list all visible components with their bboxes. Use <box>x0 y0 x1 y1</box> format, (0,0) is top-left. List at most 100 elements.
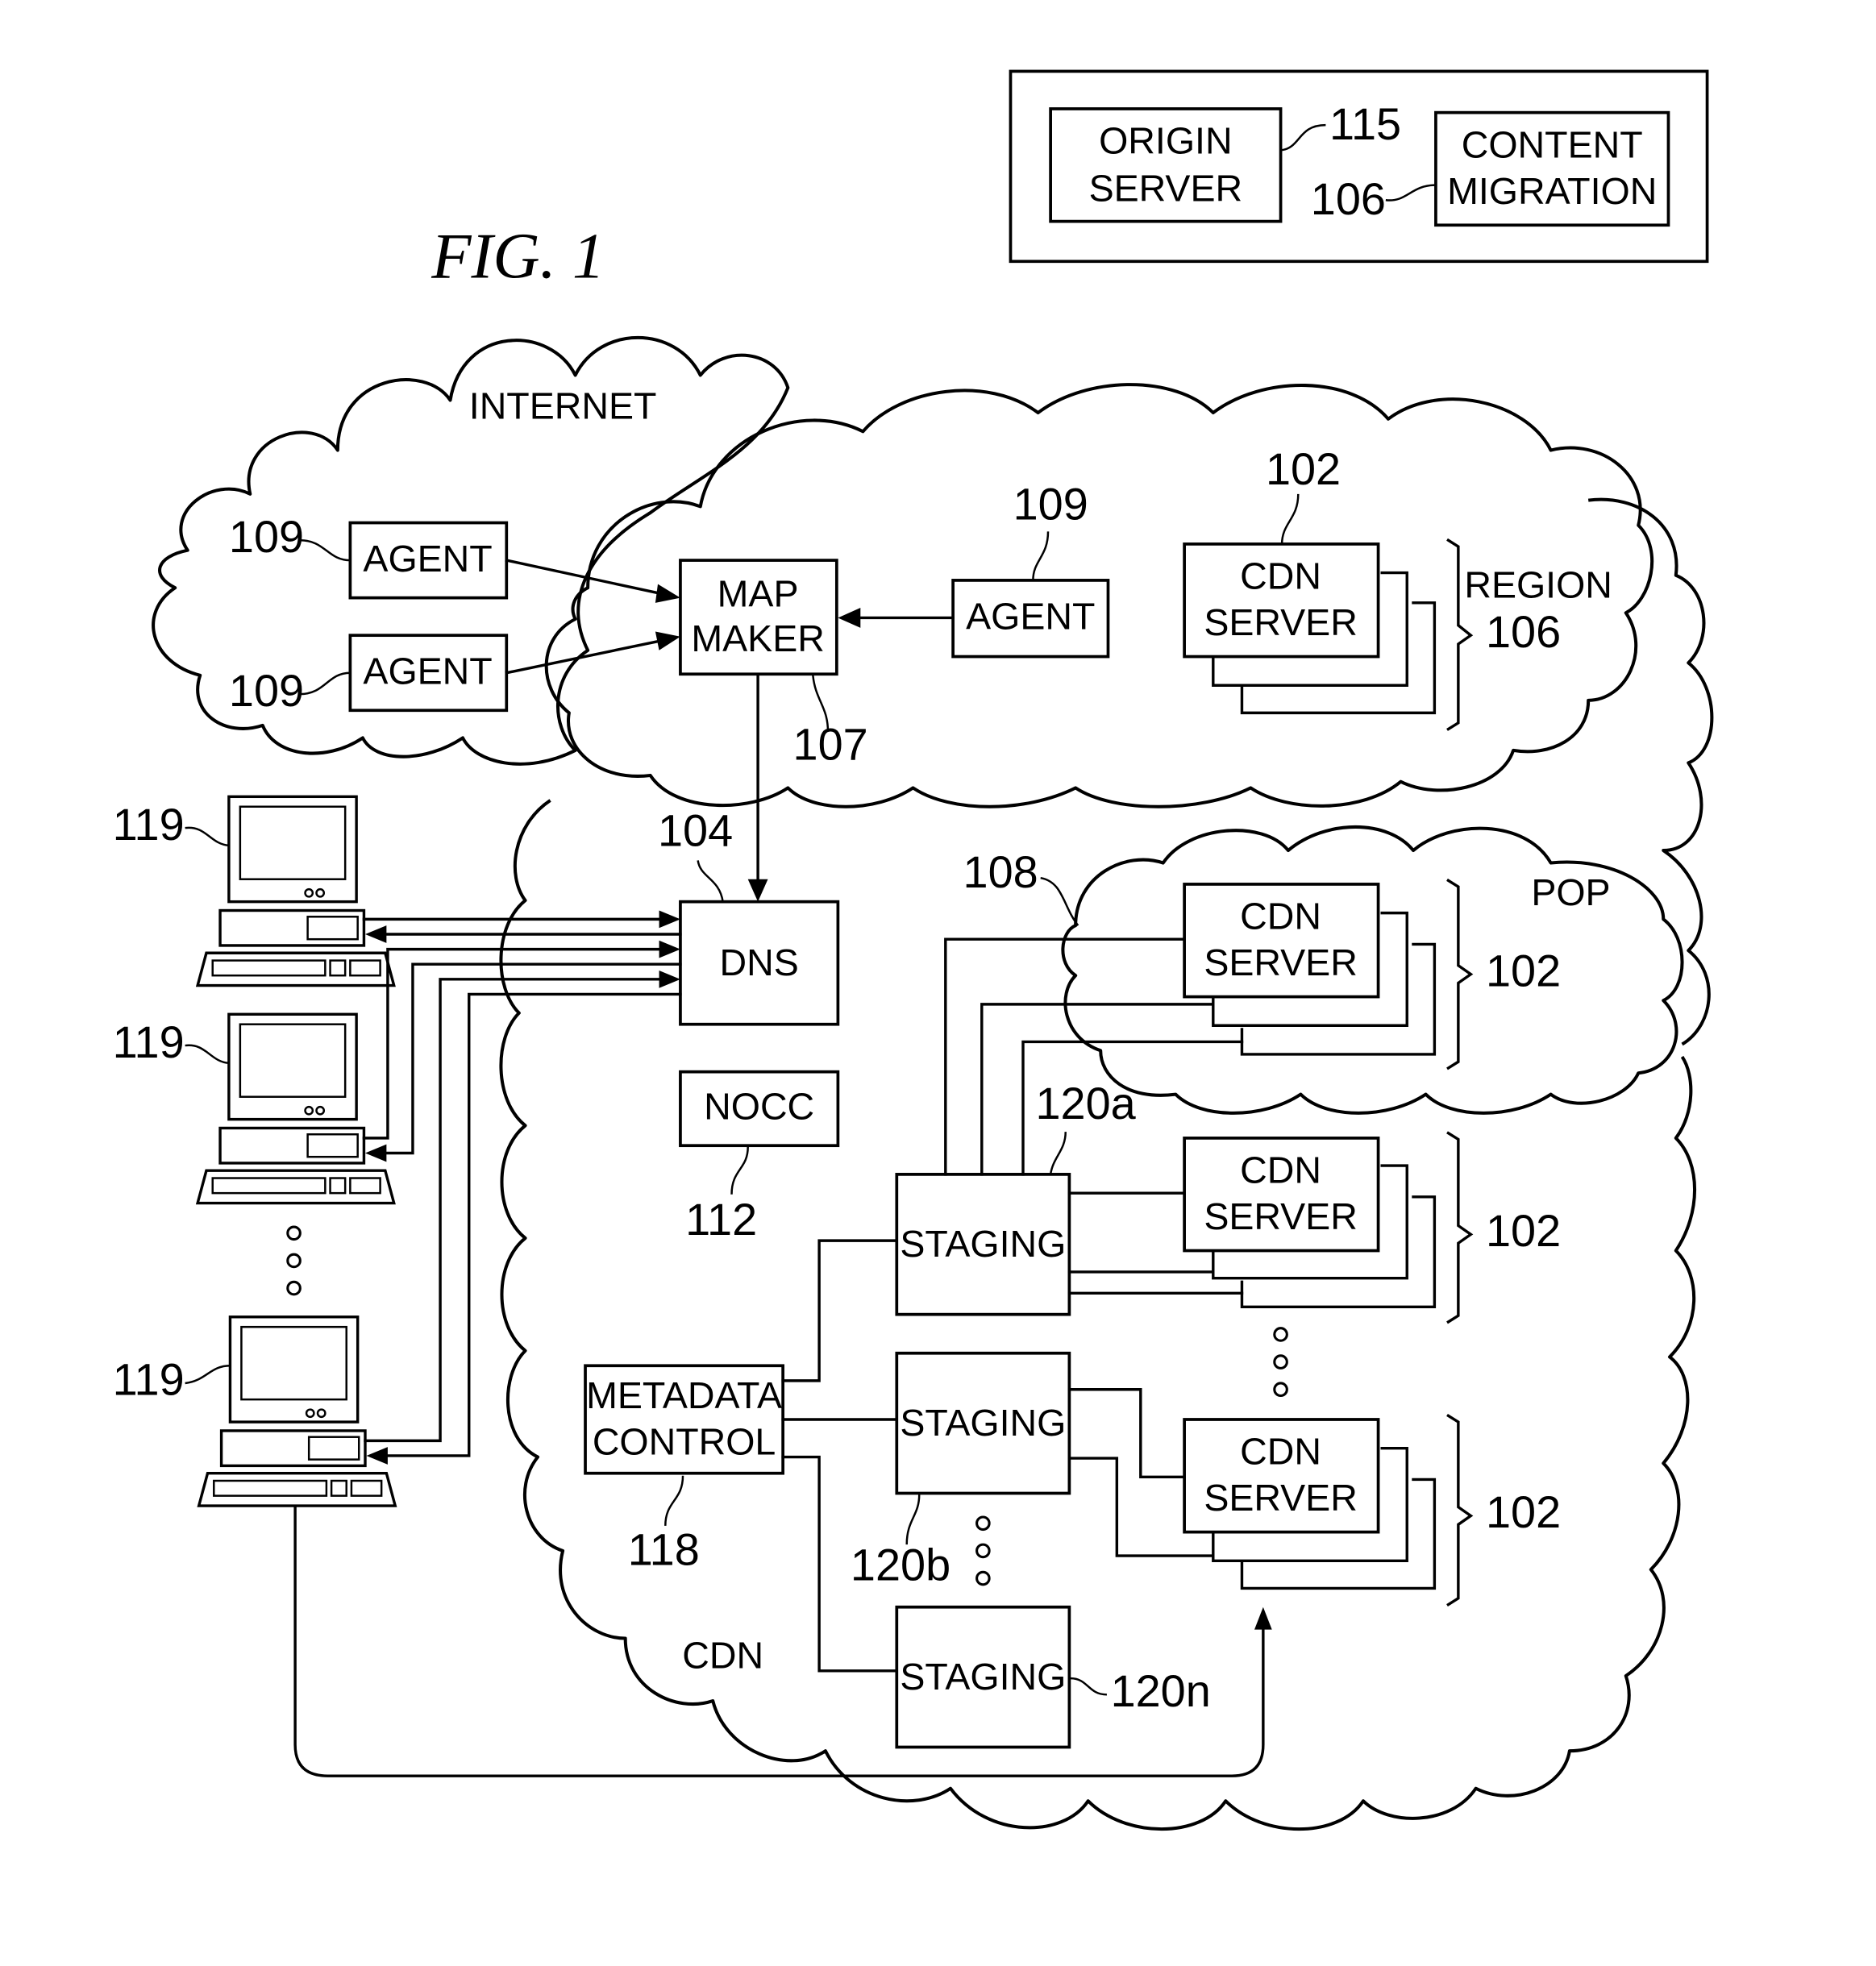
cdn-server-4-label-1: CDN <box>1240 1431 1321 1473</box>
cdn-server-3-label-2: SERVER <box>1204 1195 1358 1237</box>
cdn-server-3-label-1: CDN <box>1240 1149 1321 1191</box>
leader-118 <box>664 1475 684 1526</box>
client-computer-3 <box>197 1316 397 1507</box>
agent-3: AGENT 109 <box>951 479 1110 659</box>
ref-120a: 120a <box>1036 1078 1137 1128</box>
metadata-staging-links <box>781 1239 899 1673</box>
leader-119-c <box>185 1365 231 1385</box>
vertical-ellipsis-icon <box>286 1225 302 1241</box>
leader-112 <box>730 1146 749 1195</box>
brace-group-3 <box>1446 1131 1474 1324</box>
ref-112: 112 <box>685 1194 757 1245</box>
cdn-server-group-3: CDN SERVER 102 <box>1183 1131 1561 1324</box>
legend-box: ORIGIN SERVER 115 CONTENT MIGRATION 106 <box>1009 69 1709 264</box>
agent-3-label: AGENT <box>966 595 1095 637</box>
ref-104: 104 <box>658 805 733 856</box>
arrowhead-agent2 <box>655 631 680 650</box>
cdn-server-4-label-2: SERVER <box>1204 1477 1358 1519</box>
staging-n-label: STAGING <box>900 1656 1066 1698</box>
leader-109-c <box>1032 531 1050 580</box>
metadata-control: METADATA CONTROL 118 <box>584 1364 784 1575</box>
ellipsis-dot <box>1273 1354 1288 1370</box>
ellipsis-dot <box>1273 1382 1288 1398</box>
cdn-server-1-label-1: CDN <box>1240 555 1321 597</box>
leader-119-b <box>185 1044 230 1065</box>
leader-120b <box>905 1494 921 1545</box>
vertical-ellipsis-icon <box>975 1515 991 1532</box>
ref-109-a: 109 <box>229 511 304 562</box>
ellipsis-dot <box>286 1280 302 1296</box>
ref-119-c: 119 <box>113 1354 185 1405</box>
arrowhead-agent1 <box>655 584 680 603</box>
agent-1: AGENT 109 <box>229 511 509 600</box>
ref-109-b: 109 <box>229 665 304 716</box>
cdn-server-2-label-1: CDN <box>1240 896 1321 937</box>
dns-server: DNS 104 <box>658 805 840 1026</box>
ref-108: 108 <box>963 846 1038 897</box>
staging-b-label: STAGING <box>900 1402 1066 1444</box>
ref-120b: 120b <box>851 1539 950 1590</box>
brace-group-4 <box>1446 1413 1474 1606</box>
ref-119-a: 119 <box>113 799 185 850</box>
staging-ellipsis <box>975 1515 991 1586</box>
ref-107: 107 <box>793 719 868 770</box>
brace-pop <box>1446 878 1474 1070</box>
ref-109-c: 109 <box>1013 479 1088 530</box>
staging-n: STAGING 120n <box>895 1605 1211 1749</box>
leader-120n <box>1070 1677 1107 1696</box>
ref-102-d: 102 <box>1486 1486 1561 1537</box>
region-label: REGION <box>1464 564 1612 606</box>
computer-icon <box>195 795 396 987</box>
computer-icon <box>197 1316 397 1507</box>
staging-a-label: STAGING <box>900 1223 1066 1265</box>
figure-title: FIG. 1 <box>431 220 605 292</box>
ref-119-b: 119 <box>113 1016 185 1067</box>
leader-104 <box>697 860 724 902</box>
map-maker-label-2: MAKER <box>691 617 824 659</box>
map-maker: MAP MAKER 107 <box>679 559 868 770</box>
dns-label: DNS <box>720 941 799 983</box>
client-computer-2 <box>195 1012 396 1205</box>
origin-server-label-1: ORIGIN <box>1099 120 1232 162</box>
metadata-control-label-2: CONTROL <box>593 1420 776 1462</box>
ellipsis-dot <box>286 1253 302 1269</box>
arrowhead-agent3 <box>838 608 861 628</box>
cdn-server-group-4: CDN SERVER 102 <box>1183 1413 1561 1606</box>
ref-102-c: 102 <box>1486 1205 1561 1256</box>
ref-106-top: 106 <box>1311 173 1386 224</box>
staging-b: STAGING 120b <box>851 1351 1071 1590</box>
agent-2-label: AGENT <box>363 650 492 692</box>
ref-102-b: 102 <box>1486 945 1561 995</box>
leader-102-a <box>1280 493 1300 544</box>
ref-118: 118 <box>628 1524 700 1575</box>
pop-label: POP <box>1531 871 1610 913</box>
cdn-label: CDN <box>682 1635 763 1677</box>
ref-106-region: 106 <box>1486 606 1561 657</box>
leader-119-a <box>185 826 230 847</box>
client-computer-1 <box>195 795 396 987</box>
nocc: NOCC 112 <box>679 1070 840 1245</box>
leader-109-b <box>300 671 351 696</box>
ellipsis-dot <box>975 1570 991 1586</box>
leader-120a <box>1049 1132 1067 1175</box>
ellipsis-dot <box>975 1543 991 1559</box>
staging-a: STAGING 120a <box>895 1078 1137 1316</box>
internet-label: INTERNET <box>469 385 657 427</box>
content-migration-label-2: MIGRATION <box>1447 170 1657 212</box>
cdn-server-2-label-2: SERVER <box>1204 941 1358 983</box>
arrowhead-dns <box>747 879 768 902</box>
computer-icon <box>195 1012 396 1205</box>
nocc-label: NOCC <box>704 1085 814 1127</box>
ref-115: 115 <box>1329 98 1401 149</box>
cdn-architecture-diagram: FIG. 1 ORIGIN SERVER 115 CONTENT MIGRATI… <box>113 69 1714 1831</box>
ref-120n: 120n <box>1111 1665 1211 1716</box>
agent-1-label: AGENT <box>363 538 492 580</box>
leader-109-a <box>300 539 351 562</box>
content-migration-label-1: CONTENT <box>1462 123 1643 165</box>
cdn-server-ellipsis <box>1273 1327 1288 1398</box>
ref-102-a: 102 <box>1266 443 1341 494</box>
map-maker-label-1: MAP <box>718 572 799 614</box>
vertical-ellipsis-icon <box>1273 1327 1288 1342</box>
leader-108 <box>1040 876 1079 926</box>
cdn-server-group-region: CDN SERVER 102 REGION 106 <box>1183 443 1612 731</box>
